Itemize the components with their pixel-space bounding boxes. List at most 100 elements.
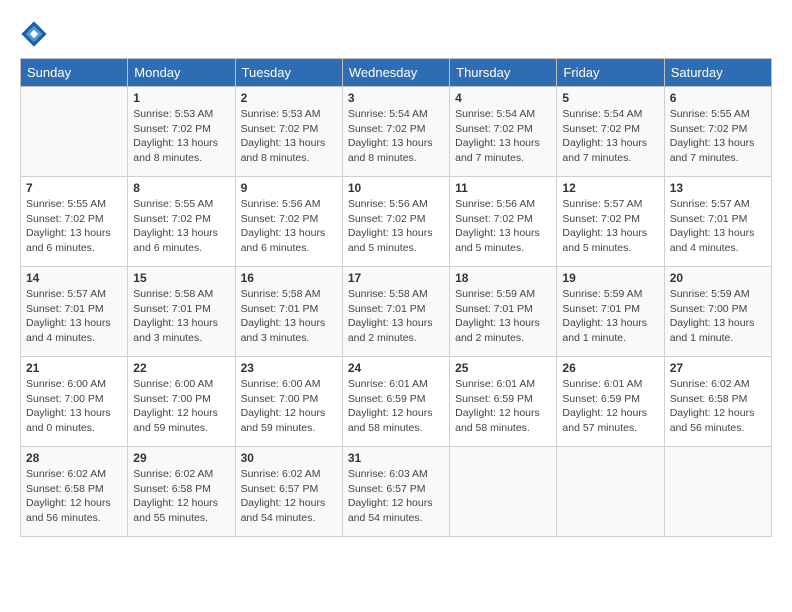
day-number: 24 — [348, 361, 444, 375]
day-info: Sunrise: 6:01 AMSunset: 6:59 PMDaylight:… — [562, 377, 658, 436]
day-number: 1 — [133, 91, 229, 105]
day-number: 7 — [26, 181, 122, 195]
day-number: 10 — [348, 181, 444, 195]
day-info: Sunrise: 5:57 AMSunset: 7:01 PMDaylight:… — [26, 287, 122, 346]
week-row-5: 28 Sunrise: 6:02 AMSunset: 6:58 PMDayligh… — [21, 447, 772, 537]
day-info: Sunrise: 5:59 AMSunset: 7:01 PMDaylight:… — [562, 287, 658, 346]
day-info: Sunrise: 5:55 AMSunset: 7:02 PMDaylight:… — [133, 197, 229, 256]
calendar-cell: 9 Sunrise: 5:56 AMSunset: 7:02 PMDaylight… — [235, 177, 342, 267]
day-info: Sunrise: 5:56 AMSunset: 7:02 PMDaylight:… — [348, 197, 444, 256]
weekday-header-thursday: Thursday — [450, 59, 557, 87]
calendar-cell: 5 Sunrise: 5:54 AMSunset: 7:02 PMDaylight… — [557, 87, 664, 177]
day-number: 12 — [562, 181, 658, 195]
day-number: 29 — [133, 451, 229, 465]
day-info: Sunrise: 5:56 AMSunset: 7:02 PMDaylight:… — [455, 197, 551, 256]
calendar-cell — [21, 87, 128, 177]
calendar-cell: 13 Sunrise: 5:57 AMSunset: 7:01 PMDayligh… — [664, 177, 771, 267]
day-info: Sunrise: 5:58 AMSunset: 7:01 PMDaylight:… — [348, 287, 444, 346]
calendar-cell: 25Sunrise: 6:01 AMSunset: 6:59 PMDayligh… — [450, 357, 557, 447]
day-info: Sunrise: 5:54 AMSunset: 7:02 PMDaylight:… — [562, 107, 658, 166]
day-number: 11 — [455, 181, 551, 195]
calendar-cell: 20 Sunrise: 5:59 AMSunset: 7:00 PMDayligh… — [664, 267, 771, 357]
calendar-cell: 19 Sunrise: 5:59 AMSunset: 7:01 PMDayligh… — [557, 267, 664, 357]
calendar-cell: 24Sunrise: 6:01 AMSunset: 6:59 PMDayligh… — [342, 357, 449, 447]
week-row-2: 7 Sunrise: 5:55 AMSunset: 7:02 PMDaylight… — [21, 177, 772, 267]
calendar-cell: 18 Sunrise: 5:59 AMSunset: 7:01 PMDayligh… — [450, 267, 557, 357]
day-number: 25 — [455, 361, 551, 375]
day-info: Sunrise: 6:02 AMSunset: 6:57 PMDaylight:… — [241, 467, 337, 526]
weekday-header-monday: Monday — [128, 59, 235, 87]
week-row-4: 21 Sunrise: 6:00 AMSunset: 7:00 PMDayligh… — [21, 357, 772, 447]
calendar-cell: 17 Sunrise: 5:58 AMSunset: 7:01 PMDayligh… — [342, 267, 449, 357]
calendar-cell — [664, 447, 771, 537]
logo — [20, 20, 52, 48]
day-number: 9 — [241, 181, 337, 195]
calendar-cell: 29 Sunrise: 6:02 AMSunset: 6:58 PMDayligh… — [128, 447, 235, 537]
day-number: 20 — [670, 271, 766, 285]
week-row-1: 1 Sunrise: 5:53 AMSunset: 7:02 PMDaylight… — [21, 87, 772, 177]
weekday-header-wednesday: Wednesday — [342, 59, 449, 87]
day-number: 16 — [241, 271, 337, 285]
day-number: 8 — [133, 181, 229, 195]
day-info: Sunrise: 5:53 AMSunset: 7:02 PMDaylight:… — [133, 107, 229, 166]
calendar-cell: 23 Sunrise: 6:00 AMSunset: 7:00 PMDayligh… — [235, 357, 342, 447]
calendar-cell: 4 Sunrise: 5:54 AMSunset: 7:02 PMDaylight… — [450, 87, 557, 177]
day-number: 18 — [455, 271, 551, 285]
day-info: Sunrise: 6:00 AMSunset: 7:00 PMDaylight:… — [133, 377, 229, 436]
day-info: Sunrise: 5:58 AMSunset: 7:01 PMDaylight:… — [241, 287, 337, 346]
day-number: 22 — [133, 361, 229, 375]
day-number: 21 — [26, 361, 122, 375]
day-number: 17 — [348, 271, 444, 285]
calendar-cell: 14 Sunrise: 5:57 AMSunset: 7:01 PMDayligh… — [21, 267, 128, 357]
day-info: Sunrise: 5:56 AMSunset: 7:02 PMDaylight:… — [241, 197, 337, 256]
calendar-cell: 8 Sunrise: 5:55 AMSunset: 7:02 PMDaylight… — [128, 177, 235, 267]
day-number: 26 — [562, 361, 658, 375]
calendar-cell — [450, 447, 557, 537]
page-header — [20, 20, 772, 48]
day-number: 19 — [562, 271, 658, 285]
day-info: Sunrise: 5:55 AMSunset: 7:02 PMDaylight:… — [26, 197, 122, 256]
calendar-cell: 1 Sunrise: 5:53 AMSunset: 7:02 PMDaylight… — [128, 87, 235, 177]
day-number: 6 — [670, 91, 766, 105]
day-number: 27 — [670, 361, 766, 375]
calendar-cell — [557, 447, 664, 537]
day-info: Sunrise: 5:59 AMSunset: 7:00 PMDaylight:… — [670, 287, 766, 346]
day-number: 14 — [26, 271, 122, 285]
day-number: 13 — [670, 181, 766, 195]
day-info: Sunrise: 5:53 AMSunset: 7:02 PMDaylight:… — [241, 107, 337, 166]
calendar-cell: 22 Sunrise: 6:00 AMSunset: 7:00 PMDayligh… — [128, 357, 235, 447]
calendar-cell: 21 Sunrise: 6:00 AMSunset: 7:00 PMDayligh… — [21, 357, 128, 447]
day-number: 15 — [133, 271, 229, 285]
calendar-cell: 26 Sunrise: 6:01 AMSunset: 6:59 PMDayligh… — [557, 357, 664, 447]
day-number: 5 — [562, 91, 658, 105]
week-row-3: 14 Sunrise: 5:57 AMSunset: 7:01 PMDayligh… — [21, 267, 772, 357]
calendar-cell: 30Sunrise: 6:02 AMSunset: 6:57 PMDayligh… — [235, 447, 342, 537]
calendar-cell: 3Sunrise: 5:54 AMSunset: 7:02 PMDaylight… — [342, 87, 449, 177]
day-info: Sunrise: 5:54 AMSunset: 7:02 PMDaylight:… — [455, 107, 551, 166]
day-info: Sunrise: 5:59 AMSunset: 7:01 PMDaylight:… — [455, 287, 551, 346]
day-info: Sunrise: 5:54 AMSunset: 7:02 PMDaylight:… — [348, 107, 444, 166]
weekday-header-row: SundayMondayTuesdayWednesdayThursdayFrid… — [21, 59, 772, 87]
calendar-table: SundayMondayTuesdayWednesdayThursdayFrid… — [20, 58, 772, 537]
weekday-header-saturday: Saturday — [664, 59, 771, 87]
calendar-cell: 28 Sunrise: 6:02 AMSunset: 6:58 PMDayligh… — [21, 447, 128, 537]
day-number: 4 — [455, 91, 551, 105]
calendar-cell: 15Sunrise: 5:58 AMSunset: 7:01 PMDayligh… — [128, 267, 235, 357]
day-info: Sunrise: 6:02 AMSunset: 6:58 PMDaylight:… — [26, 467, 122, 526]
day-number: 23 — [241, 361, 337, 375]
calendar-cell: 10 Sunrise: 5:56 AMSunset: 7:02 PMDayligh… — [342, 177, 449, 267]
day-info: Sunrise: 5:57 AMSunset: 7:01 PMDaylight:… — [670, 197, 766, 256]
day-info: Sunrise: 6:02 AMSunset: 6:58 PMDaylight:… — [670, 377, 766, 436]
weekday-header-tuesday: Tuesday — [235, 59, 342, 87]
calendar-cell: 11 Sunrise: 5:56 AMSunset: 7:02 PMDayligh… — [450, 177, 557, 267]
day-info: Sunrise: 5:57 AMSunset: 7:02 PMDaylight:… — [562, 197, 658, 256]
calendar-cell: 7 Sunrise: 5:55 AMSunset: 7:02 PMDaylight… — [21, 177, 128, 267]
day-info: Sunrise: 6:02 AMSunset: 6:58 PMDaylight:… — [133, 467, 229, 526]
day-info: Sunrise: 6:00 AMSunset: 7:00 PMDaylight:… — [26, 377, 122, 436]
calendar-cell: 12 Sunrise: 5:57 AMSunset: 7:02 PMDayligh… — [557, 177, 664, 267]
weekday-header-sunday: Sunday — [21, 59, 128, 87]
day-number: 31 — [348, 451, 444, 465]
day-number: 28 — [26, 451, 122, 465]
calendar-cell: 16 Sunrise: 5:58 AMSunset: 7:01 PMDayligh… — [235, 267, 342, 357]
day-info: Sunrise: 6:00 AMSunset: 7:00 PMDaylight:… — [241, 377, 337, 436]
